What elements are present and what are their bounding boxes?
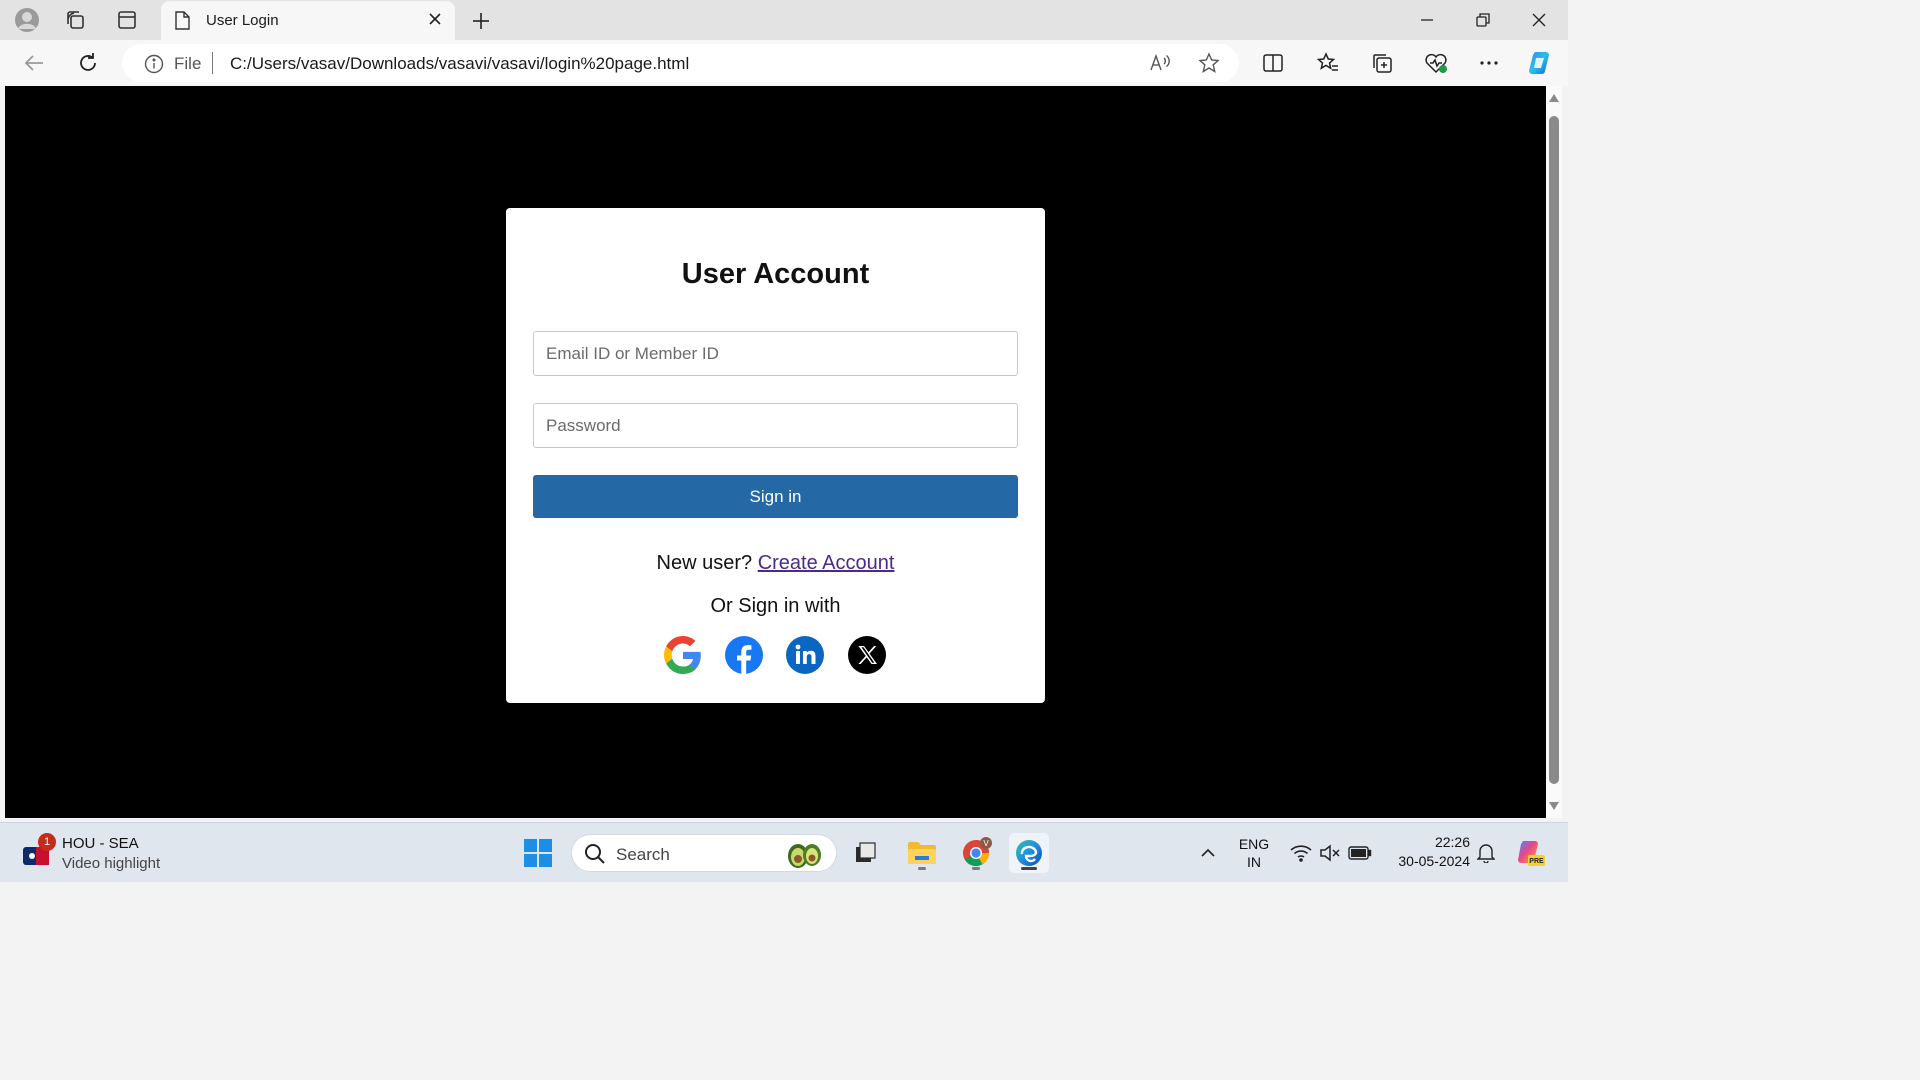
taskbar-search[interactable]: Search <box>571 834 837 872</box>
taskbar: 1 HOU - SEA Video highlight Search V ENG… <box>0 822 1568 882</box>
page-title: User Account <box>681 258 870 290</box>
browser-toolbar: File C:/Users/vasav/Downloads/vasavi/vas… <box>0 40 1568 86</box>
copilot-preview-icon[interactable]: PRE <box>1510 833 1550 873</box>
windows-start-icon[interactable] <box>518 833 558 873</box>
clock-time: 22:26 <box>1434 834 1470 850</box>
workspaces-icon[interactable] <box>59 4 91 36</box>
linkedin-icon[interactable] <box>786 636 824 674</box>
collections-icon[interactable] <box>1366 47 1398 79</box>
google-icon[interactable] <box>664 636 702 674</box>
email-field[interactable] <box>533 331 1018 376</box>
page-document-icon <box>174 11 190 35</box>
search-label: Search <box>616 845 670 864</box>
copilot-badge-text: PRE <box>1529 858 1544 865</box>
browser-essentials-icon[interactable] <box>1420 47 1452 79</box>
or-sign-in-text: Or Sign in with <box>710 595 841 617</box>
add-favorite-star-icon[interactable] <box>1198 52 1220 79</box>
notification-badge: 1 <box>38 833 56 851</box>
file-explorer-icon[interactable] <box>902 833 942 873</box>
battery-icon[interactable] <box>1340 833 1380 873</box>
site-info-icon[interactable] <box>144 54 164 79</box>
login-card: User Account Sign in New user? Create Ac… <box>506 208 1045 703</box>
task-view-icon[interactable] <box>845 833 885 873</box>
more-options-icon[interactable] <box>1473 47 1505 79</box>
close-tab-icon[interactable] <box>427 11 443 32</box>
avocado-highlight-icon <box>784 838 824 875</box>
page-viewport: User Account Sign in New user? Create Ac… <box>5 86 1546 818</box>
close-window-button[interactable] <box>1511 0 1567 40</box>
clock[interactable]: 22:26 30-05-2024 <box>1386 834 1470 869</box>
edge-icon[interactable] <box>1009 833 1049 873</box>
chrome-profile-letter: V <box>983 839 989 848</box>
url-scheme-label: File <box>174 54 202 73</box>
vertical-scrollbar[interactable] <box>1546 86 1562 818</box>
favorites-icon[interactable] <box>1312 47 1344 79</box>
scrollbar-thumb[interactable] <box>1549 116 1559 784</box>
news-subtitle: Video highlight <box>62 855 161 872</box>
read-aloud-icon[interactable] <box>1149 52 1171 79</box>
back-arrow-icon[interactable] <box>18 47 50 79</box>
notification-bell-icon[interactable] <box>1466 833 1506 873</box>
language-region: IN <box>1247 854 1261 870</box>
sign-in-button[interactable]: Sign in <box>533 475 1018 518</box>
language-indicator[interactable]: ENG IN <box>1236 836 1272 870</box>
profile-avatar-icon[interactable] <box>11 4 43 36</box>
restore-button[interactable] <box>1455 0 1511 40</box>
chrome-icon[interactable]: V <box>956 833 996 873</box>
url-text[interactable]: C:/Users/vasav/Downloads/vasavi/vasavi/l… <box>230 54 689 74</box>
minimize-button[interactable] <box>1399 0 1455 40</box>
create-account-link[interactable]: Create Account <box>758 552 895 574</box>
new-tab-button[interactable] <box>466 6 496 36</box>
tab-strip: User Login <box>0 0 1568 40</box>
refresh-icon[interactable] <box>72 47 104 79</box>
x-icon[interactable] <box>848 636 886 674</box>
new-user-line: New user? Create Account <box>506 552 1045 575</box>
copilot-icon[interactable] <box>1524 47 1556 79</box>
scroll-up-icon[interactable] <box>1549 94 1559 102</box>
new-user-text: New user? <box>656 552 753 574</box>
address-bar[interactable]: File C:/Users/vasav/Downloads/vasavi/vas… <box>122 44 1239 82</box>
vertical-tabs-icon[interactable] <box>111 4 143 36</box>
search-icon <box>584 843 606 870</box>
tab-title: User Login <box>206 12 279 29</box>
show-hidden-icons-chevron-up-icon[interactable] <box>1188 833 1228 873</box>
language-code: ENG <box>1238 836 1270 852</box>
scroll-down-icon[interactable] <box>1549 802 1559 810</box>
split-screen-icon[interactable] <box>1257 47 1289 79</box>
clock-date: 30-05-2024 <box>1398 853 1470 869</box>
address-separator <box>212 52 213 74</box>
news-title: HOU - SEA <box>62 835 139 852</box>
tab-user-login[interactable]: User Login <box>161 1 455 40</box>
facebook-icon[interactable] <box>725 636 763 674</box>
password-field[interactable] <box>533 403 1018 448</box>
